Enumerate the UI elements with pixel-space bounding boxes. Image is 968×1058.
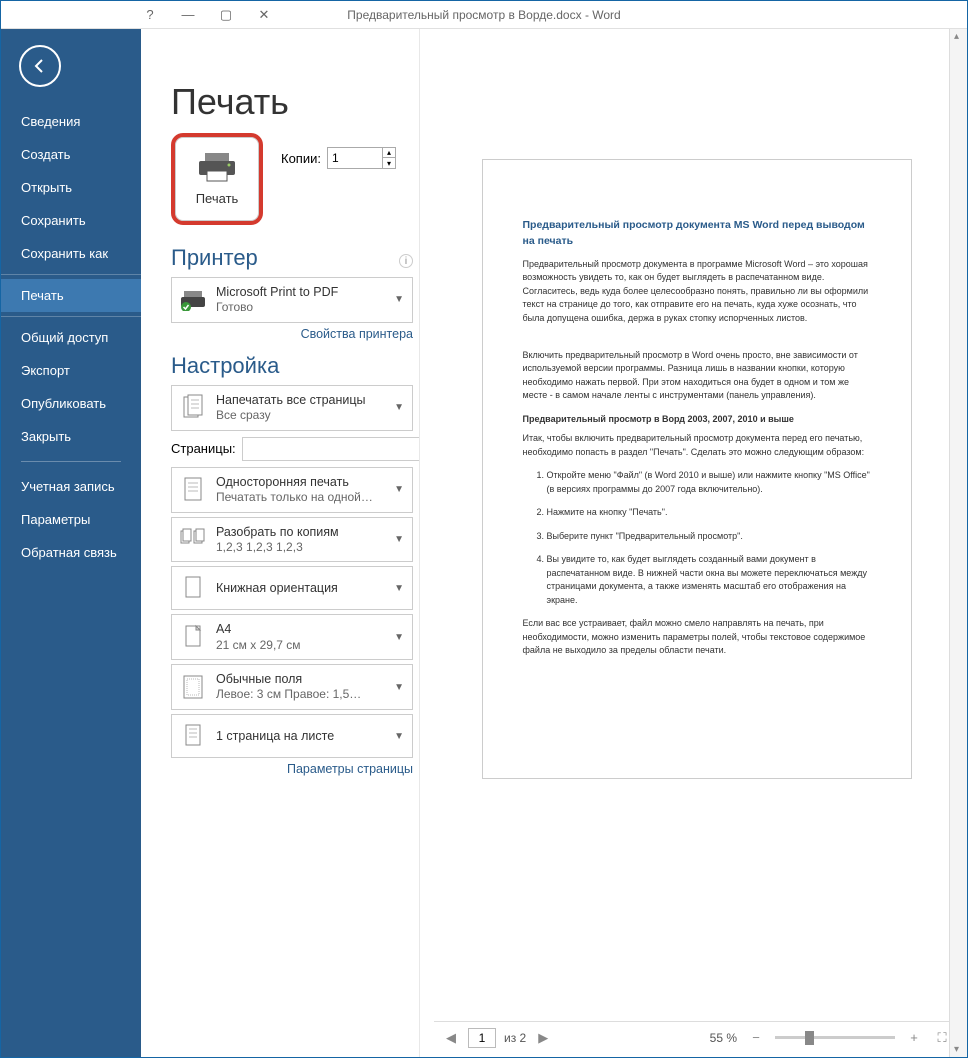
pages-input[interactable] <box>242 437 419 461</box>
sidebar-item-close[interactable]: Закрыть <box>1 420 141 453</box>
printer-info-icon[interactable]: i <box>399 254 413 268</box>
sidebar-item-print[interactable]: Печать <box>1 279 141 312</box>
printer-header: Принтер <box>171 245 258 271</box>
page-count-label: из 2 <box>504 1031 526 1045</box>
margins-dropdown[interactable]: Обычные поляЛевое: 3 см Правое: 1,5… ▼ <box>171 664 413 710</box>
chevron-down-icon: ▼ <box>394 534 404 545</box>
preview-scrollbar[interactable] <box>949 29 967 1057</box>
margins-icon <box>180 672 206 702</box>
preview-column: Предварительный просмотр документа MS Wo… <box>419 29 967 1057</box>
chevron-down-icon: ▼ <box>394 583 404 594</box>
sidebar: Сведения Создать Открыть Сохранить Сохра… <box>1 29 141 1057</box>
sidebar-item-export[interactable]: Экспорт <box>1 354 141 387</box>
paper-icon <box>180 622 206 652</box>
orientation-icon <box>180 573 206 603</box>
sidebar-item-info[interactable]: Сведения <box>1 105 141 138</box>
chevron-down-icon: ▼ <box>394 402 404 413</box>
copies-spinner[interactable]: ▴▾ <box>383 147 396 169</box>
next-page-button[interactable]: ▶ <box>534 1029 552 1047</box>
preview-footer: ◀ из 2 ▶ 55 % − + ⛶ <box>434 1021 959 1053</box>
chevron-down-icon: ▼ <box>394 682 404 693</box>
preview-page: Предварительный просмотр документа MS Wo… <box>482 159 912 779</box>
sidebar-item-open[interactable]: Открыть <box>1 171 141 204</box>
printer-properties-link[interactable]: Свойства принтера <box>171 327 413 341</box>
page-title: Печать <box>171 81 413 123</box>
chevron-down-icon: ▼ <box>394 632 404 643</box>
preview-heading: Предварительный просмотр документа MS Wo… <box>523 218 871 250</box>
printer-icon <box>197 153 237 183</box>
titlebar: Предварительный просмотр в Ворде.docx - … <box>1 1 967 29</box>
zoom-label: 55 % <box>710 1031 737 1045</box>
pages-label: Страницы: <box>171 441 236 456</box>
print-range-dropdown[interactable]: Напечатать все страницыВсе сразу ▼ <box>171 385 413 431</box>
zoom-slider[interactable] <box>775 1036 895 1039</box>
back-button[interactable] <box>19 45 61 87</box>
print-button-label: Печать <box>196 191 239 206</box>
sidebar-item-saveas[interactable]: Сохранить как <box>1 237 141 270</box>
orientation-dropdown[interactable]: Книжная ориентация ▼ <box>171 566 413 610</box>
per-sheet-icon <box>180 721 206 751</box>
settings-header: Настройка <box>171 353 279 379</box>
sidebar-item-save[interactable]: Сохранить <box>1 204 141 237</box>
duplex-dropdown[interactable]: Односторонняя печатьПечатать только на о… <box>171 467 413 513</box>
copies-input[interactable] <box>327 147 383 169</box>
sidebar-item-share[interactable]: Общий доступ <box>1 321 141 354</box>
minimize-icon[interactable]: — <box>179 6 197 24</box>
prev-page-button[interactable]: ◀ <box>442 1029 460 1047</box>
chevron-down-icon: ▼ <box>394 731 404 742</box>
sidebar-item-account[interactable]: Учетная запись <box>1 470 141 503</box>
window-title: Предварительный просмотр в Ворде.docx - … <box>347 8 620 22</box>
zoom-in-button[interactable]: + <box>905 1029 923 1047</box>
sidebar-item-feedback[interactable]: Обратная связь <box>1 536 141 569</box>
collate-dropdown[interactable]: Разобрать по копиям1,2,3 1,2,3 1,2,3 ▼ <box>171 517 413 563</box>
paper-size-dropdown[interactable]: A421 см x 29,7 см ▼ <box>171 614 413 660</box>
duplex-icon <box>180 475 206 505</box>
copies-label: Копии: <box>281 151 321 166</box>
page-number-input[interactable] <box>468 1028 496 1048</box>
zoom-out-button[interactable]: − <box>747 1029 765 1047</box>
print-button[interactable]: Печать <box>171 133 263 225</box>
pages-icon <box>180 393 206 423</box>
printer-dropdown[interactable]: Microsoft Print to PDF Готово ▼ <box>171 277 413 323</box>
page-setup-link[interactable]: Параметры страницы <box>171 762 413 776</box>
sidebar-item-options[interactable]: Параметры <box>1 503 141 536</box>
printer-name: Microsoft Print to PDF <box>216 284 384 300</box>
maximize-icon[interactable]: ▢ <box>217 6 235 24</box>
print-settings-column: Печать Печать Копии: ▴▾ Принтер i <box>141 29 419 1057</box>
printer-status: Готово <box>216 300 384 316</box>
collate-icon <box>180 524 206 554</box>
chevron-down-icon: ▼ <box>394 484 404 495</box>
printer-status-icon <box>180 285 206 315</box>
sidebar-item-publish[interactable]: Опубликовать <box>1 387 141 420</box>
help-icon[interactable]: ? <box>141 6 159 24</box>
pages-per-sheet-dropdown[interactable]: 1 страница на листе ▼ <box>171 714 413 758</box>
chevron-down-icon: ▼ <box>394 294 404 305</box>
close-icon[interactable]: ✕ <box>255 6 273 24</box>
sidebar-item-new[interactable]: Создать <box>1 138 141 171</box>
